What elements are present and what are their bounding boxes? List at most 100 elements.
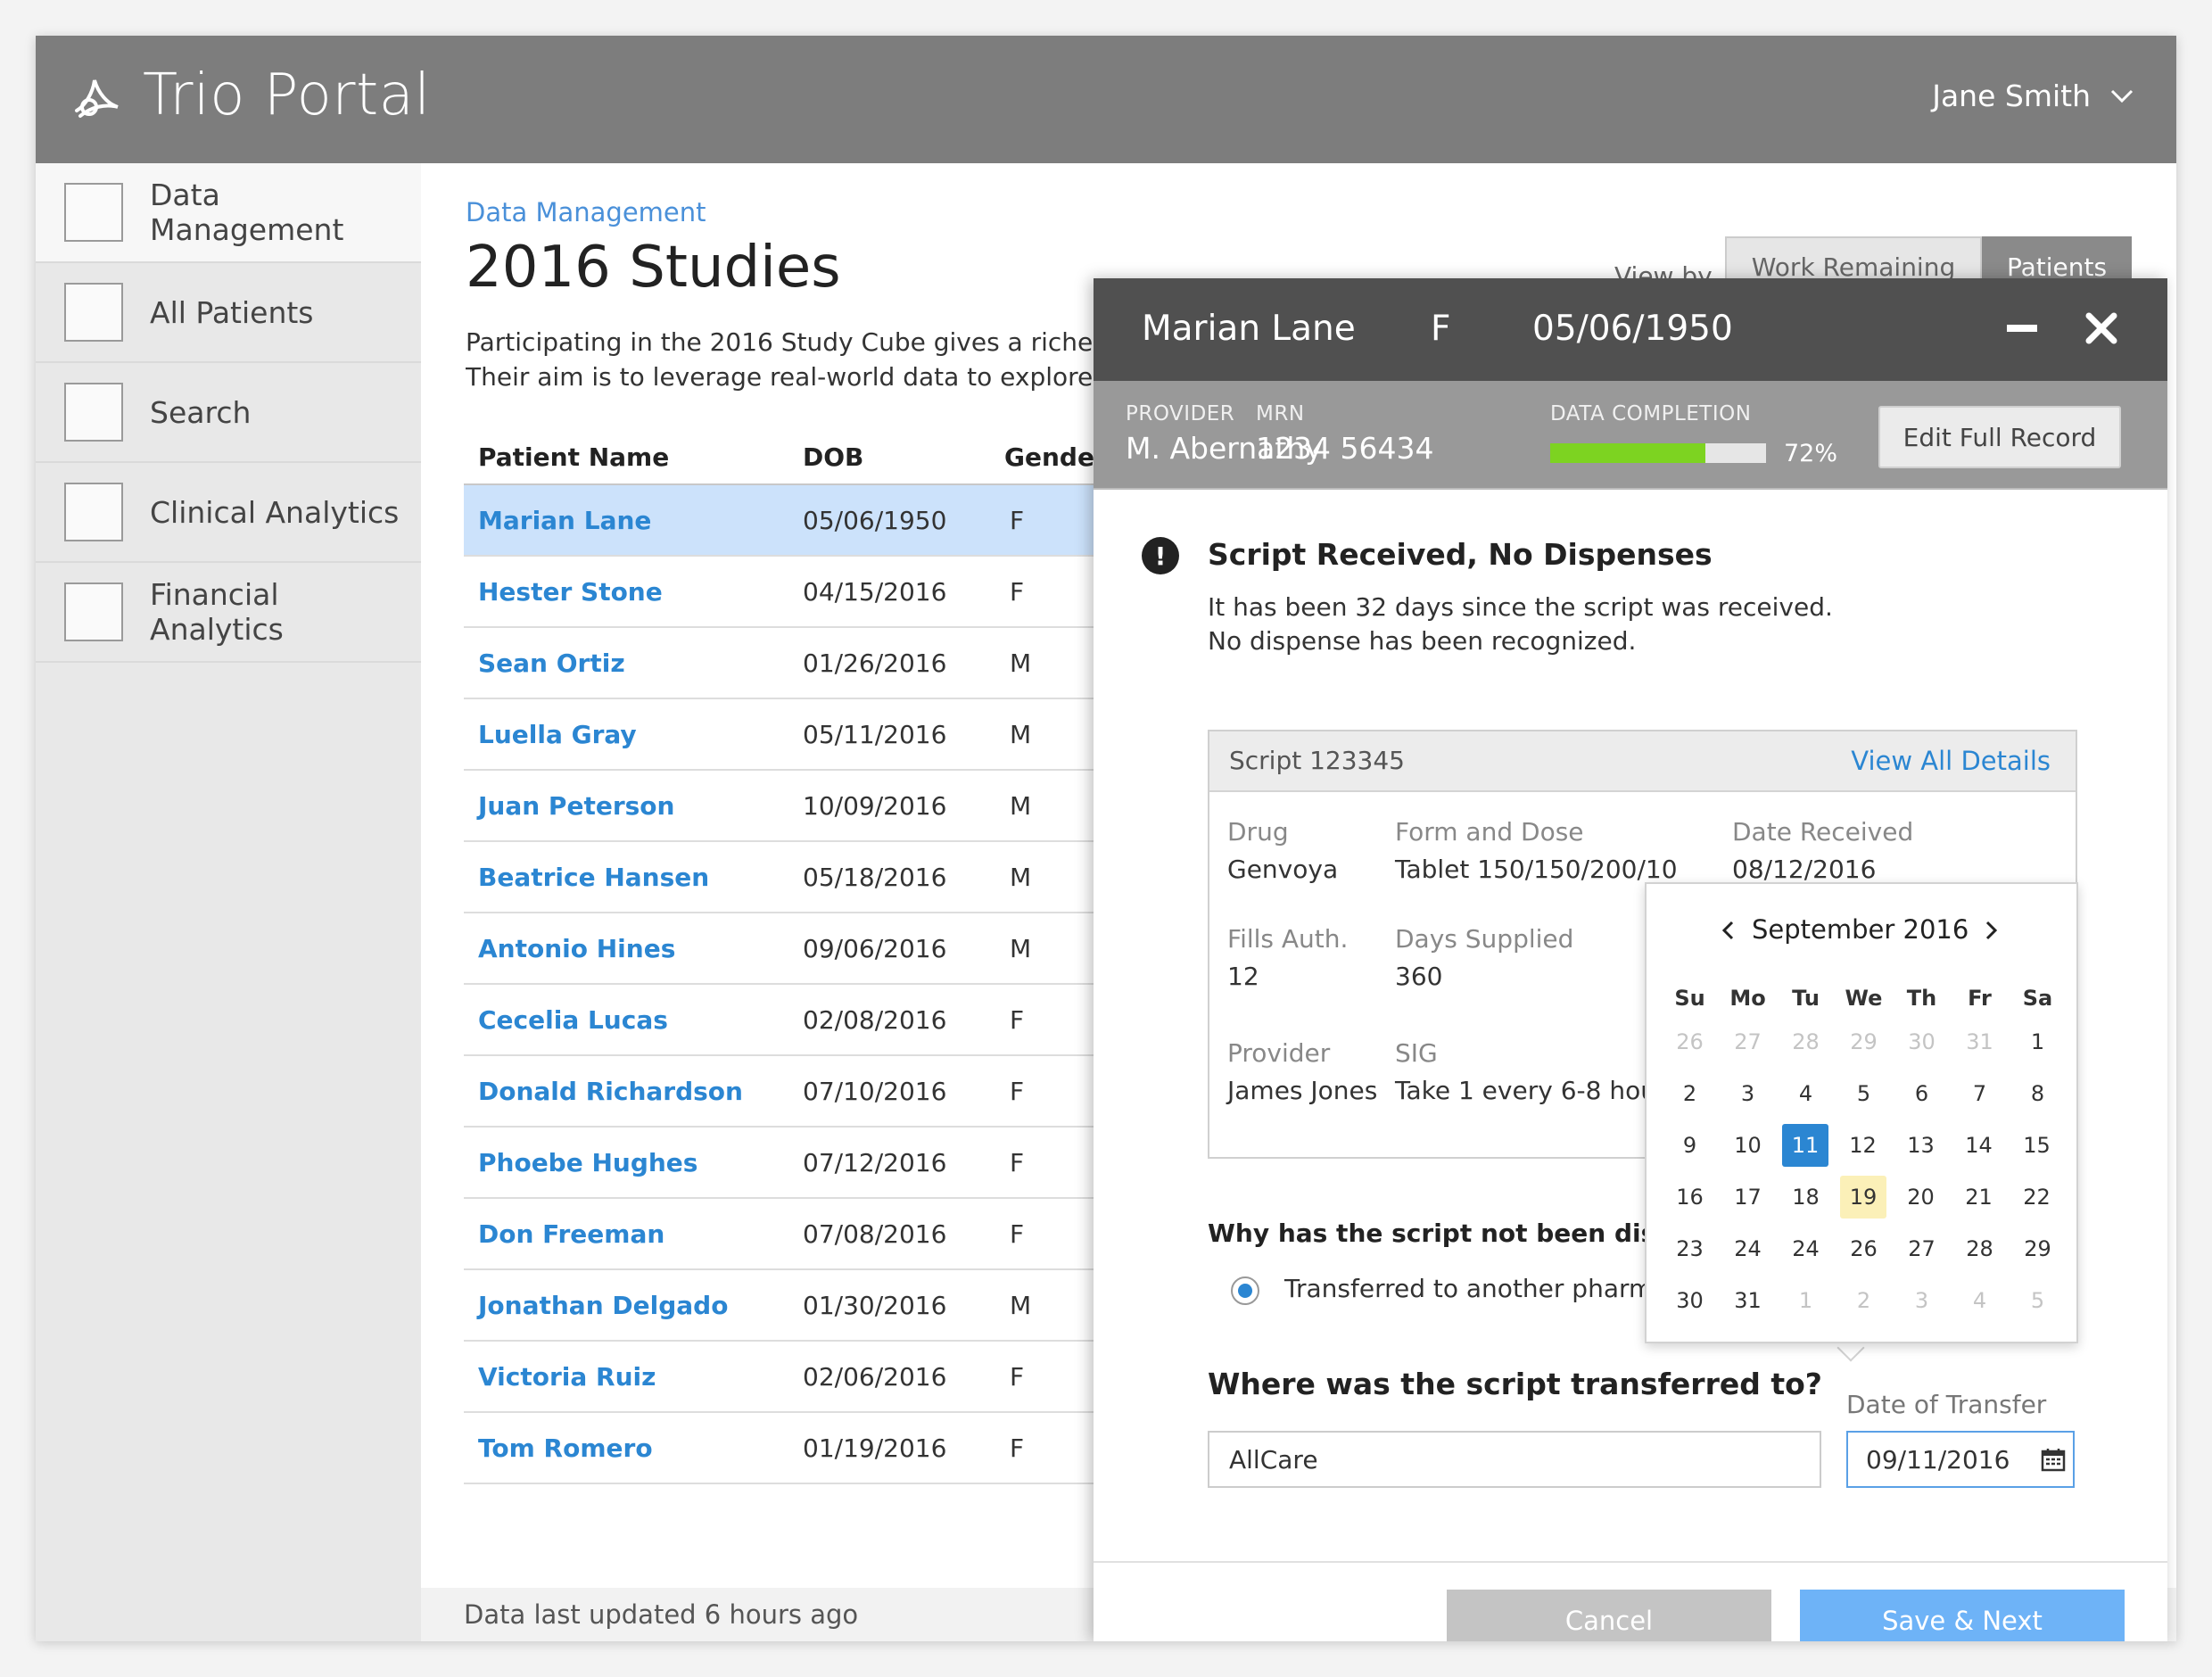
calendar-day[interactable]: 16 bbox=[1661, 1176, 1719, 1219]
form-dose-value: Tablet 150/150/200/10 bbox=[1395, 855, 1678, 884]
calendar-day[interactable]: 27 bbox=[1719, 1020, 1777, 1063]
sidebar-item-clinical-analytics[interactable]: Clinical Analytics bbox=[36, 463, 421, 563]
table-row[interactable]: Cecelia Lucas 02/08/2016 F bbox=[464, 984, 1142, 1056]
calendar-day[interactable]: 20 bbox=[1892, 1176, 1950, 1219]
calendar-day[interactable]: 18 bbox=[1777, 1176, 1835, 1219]
calendar-day[interactable]: 19 bbox=[1840, 1176, 1886, 1219]
patient-name-link[interactable]: Cecelia Lucas bbox=[464, 984, 803, 1056]
patient-name-link[interactable]: Luella Gray bbox=[464, 698, 803, 771]
chevron-down-icon bbox=[2110, 89, 2134, 103]
calendar-icon[interactable] bbox=[2041, 1447, 2066, 1472]
calendar-day[interactable]: 23 bbox=[1661, 1227, 1719, 1270]
table-row[interactable]: Phoebe Hughes 07/12/2016 F bbox=[464, 1127, 1142, 1199]
breadcrumb[interactable]: Data Management bbox=[466, 197, 706, 227]
calendar-day[interactable]: 9 bbox=[1661, 1124, 1719, 1167]
column-header-dob[interactable]: DOB bbox=[803, 431, 1004, 485]
chevron-left-icon[interactable] bbox=[1718, 920, 1739, 941]
sidebar-item-all-patients[interactable]: All Patients bbox=[36, 263, 421, 363]
calendar-day[interactable]: 1 bbox=[2009, 1020, 2067, 1063]
table-row[interactable]: Tom Romero 01/19/2016 F bbox=[464, 1412, 1142, 1484]
patient-name-link[interactable]: Jonathan Delgado bbox=[464, 1269, 803, 1342]
table-row[interactable]: Juan Peterson 10/09/2016 M bbox=[464, 770, 1142, 842]
page-description: Participating in the 2016 Study Cube giv… bbox=[466, 325, 1108, 394]
calendar-day[interactable]: 21 bbox=[1950, 1176, 2008, 1219]
sidebar-item-financial-analytics[interactable]: Financial Analytics bbox=[36, 563, 421, 663]
calendar-day[interactable]: 24 bbox=[1777, 1227, 1835, 1270]
calendar-day[interactable]: 30 bbox=[1893, 1020, 1951, 1063]
calendar-day[interactable]: 5 bbox=[2009, 1279, 2067, 1322]
dob-cell: 07/08/2016 bbox=[803, 1198, 1004, 1270]
calendar-day[interactable]: 2 bbox=[1661, 1072, 1719, 1115]
chevron-right-icon[interactable] bbox=[1980, 920, 2002, 941]
sidebar-item-data-management[interactable]: Data Management bbox=[36, 163, 421, 263]
calendar-day[interactable]: 3 bbox=[1893, 1279, 1951, 1322]
patient-name-link[interactable]: Hester Stone bbox=[464, 556, 803, 628]
transferred-radio[interactable] bbox=[1231, 1276, 1259, 1305]
calendar-day[interactable]: 26 bbox=[1661, 1020, 1719, 1063]
calendar-day[interactable]: 27 bbox=[1893, 1227, 1951, 1270]
patient-name-link[interactable]: Victoria Ruiz bbox=[464, 1341, 803, 1413]
calendar-day[interactable]: 14 bbox=[1950, 1124, 2008, 1167]
calendar-day[interactable]: 10 bbox=[1719, 1124, 1777, 1167]
calendar-day[interactable]: 17 bbox=[1719, 1176, 1777, 1219]
calendar-day[interactable]: 8 bbox=[2009, 1072, 2067, 1115]
patient-name-link[interactable]: Don Freeman bbox=[464, 1198, 803, 1270]
calendar-day[interactable]: 5 bbox=[1835, 1072, 1893, 1115]
user-menu[interactable]: Jane Smith bbox=[1932, 78, 2134, 113]
calendar-day[interactable]: 7 bbox=[1951, 1072, 2009, 1115]
calendar-week-row: 23 24 24 26 27 28 29 bbox=[1661, 1223, 2068, 1275]
table-row[interactable]: Donald Richardson 07/10/2016 F bbox=[464, 1055, 1142, 1128]
calendar-day[interactable]: 4 bbox=[1777, 1072, 1835, 1115]
table-row[interactable]: Beatrice Hansen 05/18/2016 M bbox=[464, 841, 1142, 913]
calendar-day[interactable]: 6 bbox=[1893, 1072, 1951, 1115]
table-row[interactable]: Sean Ortiz 01/26/2016 M bbox=[464, 627, 1142, 699]
table-row[interactable]: Marian Lane 05/06/1950 F bbox=[464, 484, 1142, 557]
patient-name-link[interactable]: Donald Richardson bbox=[464, 1055, 803, 1128]
drug-label: Drug bbox=[1227, 817, 1289, 847]
patient-name-link[interactable]: Tom Romero bbox=[464, 1412, 803, 1484]
calendar-day[interactable]: 30 bbox=[1661, 1279, 1719, 1322]
calendar-day[interactable]: 13 bbox=[1892, 1124, 1950, 1167]
calendar-day[interactable]: 29 bbox=[1835, 1020, 1893, 1063]
calendar-day[interactable]: 29 bbox=[2009, 1227, 2067, 1270]
calendar-day[interactable]: 2 bbox=[1835, 1279, 1893, 1322]
calendar-day[interactable]: 11 bbox=[1782, 1124, 1828, 1167]
pharmacy-input[interactable] bbox=[1208, 1431, 1821, 1488]
sig-label: SIG bbox=[1395, 1038, 1438, 1068]
calendar-day[interactable]: 24 bbox=[1719, 1227, 1777, 1270]
patient-name-link[interactable]: Marian Lane bbox=[464, 484, 803, 557]
calendar-day[interactable]: 28 bbox=[1777, 1020, 1835, 1063]
table-row[interactable]: Victoria Ruiz 02/06/2016 F bbox=[464, 1341, 1142, 1413]
cancel-button[interactable]: Cancel bbox=[1447, 1590, 1771, 1641]
table-row[interactable]: Jonathan Delgado 01/30/2016 M bbox=[464, 1269, 1142, 1342]
minimize-icon[interactable] bbox=[2007, 325, 2037, 332]
edit-full-record-button[interactable]: Edit Full Record bbox=[1878, 406, 2121, 468]
table-row[interactable]: Luella Gray 05/11/2016 M bbox=[464, 698, 1142, 771]
calendar-day[interactable]: 31 bbox=[1719, 1279, 1777, 1322]
save-next-button[interactable]: Save & Next bbox=[1800, 1590, 2125, 1641]
sidebar-item-search[interactable]: Search bbox=[36, 363, 421, 463]
calendar-day[interactable]: 26 bbox=[1835, 1227, 1893, 1270]
calendar-day[interactable]: 31 bbox=[1951, 1020, 2009, 1063]
calendar-day[interactable]: 3 bbox=[1719, 1072, 1777, 1115]
calendar-day[interactable]: 12 bbox=[1834, 1124, 1892, 1167]
calendar-day[interactable]: 28 bbox=[1951, 1227, 2009, 1270]
table-row[interactable]: Antonio Hines 09/06/2016 M bbox=[464, 913, 1142, 985]
patient-name-link[interactable]: Juan Peterson bbox=[464, 770, 803, 842]
patient-name-link[interactable]: Phoebe Hughes bbox=[464, 1127, 803, 1199]
table-row[interactable]: Don Freeman 07/08/2016 F bbox=[464, 1198, 1142, 1270]
view-all-details-link[interactable]: View All Details bbox=[1851, 746, 2051, 776]
transferred-radio-label[interactable]: Transferred to another pharmacy bbox=[1284, 1274, 1696, 1303]
calendar-day[interactable]: 4 bbox=[1951, 1279, 2009, 1322]
calendar-day[interactable]: 1 bbox=[1777, 1279, 1835, 1322]
patient-name-link[interactable]: Beatrice Hansen bbox=[464, 841, 803, 913]
table-row[interactable]: Hester Stone 04/15/2016 F bbox=[464, 556, 1142, 628]
column-header-patient-name[interactable]: Patient Name bbox=[464, 431, 803, 485]
close-icon[interactable] bbox=[2084, 310, 2119, 346]
calendar-day[interactable]: 22 bbox=[2008, 1176, 2066, 1219]
patient-name-link[interactable]: Antonio Hines bbox=[464, 913, 803, 985]
script-card-header: Script 123345 View All Details bbox=[1209, 731, 2076, 792]
calendar-day[interactable]: 15 bbox=[2008, 1124, 2066, 1167]
date-received-label: Date Received bbox=[1732, 817, 1914, 847]
patient-name-link[interactable]: Sean Ortiz bbox=[464, 627, 803, 699]
